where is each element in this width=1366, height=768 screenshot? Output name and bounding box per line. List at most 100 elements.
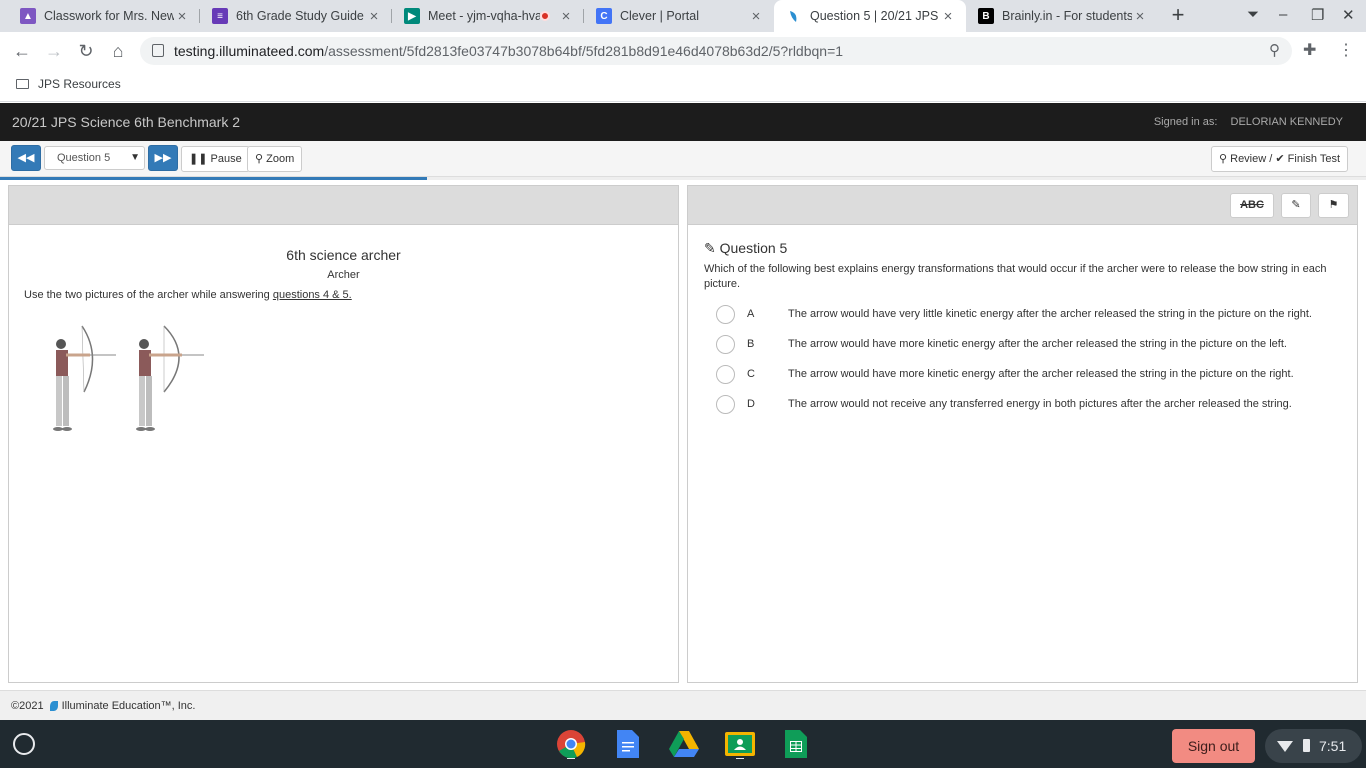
option-letter: D (747, 398, 755, 410)
previous-question-button[interactable]: ◀◀ (11, 145, 41, 171)
browser-tab-study-guide[interactable]: ≡ 6th Grade Study Guide × (200, 0, 392, 32)
zoom-icon[interactable]: ⚲ (1269, 41, 1280, 59)
google-docs-icon[interactable] (612, 729, 644, 759)
bookmark-label: JPS Resources (38, 77, 121, 91)
passage-instruction: Use the two pictures of the archer while… (24, 289, 352, 301)
answer-option-a[interactable]: A The arrow would have very little kinet… (716, 304, 1312, 324)
flag-button[interactable]: ⚑ (1318, 193, 1349, 218)
close-icon[interactable]: × (558, 8, 574, 25)
radio-button[interactable] (716, 304, 735, 324)
option-letter: C (747, 368, 755, 380)
answer-option-d[interactable]: D The arrow would not receive any transf… (716, 394, 1292, 414)
pause-button[interactable]: ❚❚ Pause (181, 146, 250, 172)
flag-icon: ⚑ (1328, 199, 1339, 211)
reload-icon[interactable]: ↻ (75, 40, 97, 62)
question-text: Which of the following best explains ene… (704, 263, 1327, 290)
forms-favicon-icon: ≡ (212, 8, 228, 24)
progress-fill (0, 177, 427, 180)
close-icon[interactable]: × (174, 8, 190, 25)
answer-eliminator-button[interactable]: ABC (1230, 193, 1274, 218)
url-text[interactable]: testing.illuminateed.com/assessment/5fd2… (174, 43, 843, 59)
signed-in-label: Signed in as: (1153, 116, 1218, 128)
tab-title: Meet - yjm-vqha-hva (428, 9, 540, 23)
answer-option-c[interactable]: C The arrow would have more kinetic ener… (716, 364, 1294, 384)
radio-button[interactable] (716, 394, 735, 414)
minimize-icon[interactable]: – (1279, 6, 1287, 23)
clock: 7:51 (1319, 738, 1347, 754)
next-question-button[interactable]: ▶▶ (148, 145, 178, 171)
close-icon[interactable]: × (748, 8, 764, 25)
question-select[interactable]: Question 5 ▼ (44, 146, 145, 170)
menu-icon[interactable]: ⋮ (1338, 40, 1354, 60)
browser-tab-clever[interactable]: C Clever | Portal × (584, 0, 774, 32)
tab-title: Brainly.in - For students (1002, 9, 1132, 23)
copyright: ©2021 (11, 700, 44, 712)
question-title: ✎ Question 5 (704, 240, 788, 256)
new-tab-icon[interactable]: + (1168, 4, 1188, 27)
user-name: DELORIAN KENNEDY (1230, 116, 1343, 128)
close-icon[interactable]: × (940, 8, 956, 25)
archer-right-image (136, 325, 204, 431)
illuminate-favicon-icon (786, 8, 802, 24)
classroom-favicon-icon: ▲ (20, 8, 36, 24)
window-close-icon[interactable]: ✕ (1342, 6, 1355, 24)
tab-title: Clever | Portal (620, 9, 699, 23)
home-icon[interactable]: ⌂ (107, 40, 129, 62)
browser-tab-meet[interactable]: ▶ Meet - yjm-vqha-hva × (392, 0, 584, 32)
google-drive-icon[interactable] (668, 729, 700, 759)
chevron-down-icon: ▼ (130, 152, 140, 163)
test-controls: ◀◀ Question 5 ▼ ▶▶ ❚❚ Pause ⚲ Zoom ⚲ Rev… (0, 141, 1366, 177)
illuminate-logo-icon (49, 701, 58, 711)
close-icon[interactable]: × (366, 8, 382, 25)
radio-button[interactable] (716, 364, 735, 384)
edit-icon: ✎ (1291, 199, 1301, 211)
notepad-button[interactable]: ✎ (1281, 193, 1311, 218)
google-classroom-icon[interactable] (724, 729, 756, 759)
browser-toolbar: ← → ↻ ⌂ testing.illuminateed.com/assessm… (0, 32, 1366, 70)
forward-icon[interactable]: → (43, 40, 65, 62)
tab-search-icon[interactable]: ⏷ (1247, 6, 1259, 23)
meet-favicon-icon: ▶ (404, 8, 420, 24)
browser-tab-brainly[interactable]: B Brainly.in - For students × (966, 0, 1158, 32)
google-sheets-icon[interactable] (780, 729, 812, 759)
zoom-button[interactable]: ⚲ Zoom (247, 146, 303, 172)
option-text[interactable]: The arrow would not receive any transfer… (788, 398, 1292, 410)
bookmark-jps-resources[interactable]: JPS Resources (16, 77, 121, 91)
chrome-icon[interactable] (555, 729, 587, 759)
tab-strip: ▲ Classwork for Mrs. New × ≡ 6th Grade S… (0, 0, 1366, 32)
recording-indicator-icon (540, 11, 550, 21)
browser-tab-question[interactable]: Question 5 | 20/21 JPS × (774, 0, 966, 32)
close-icon[interactable]: × (1132, 8, 1148, 25)
passage-title: 6th science archer (286, 247, 401, 263)
address-bar[interactable]: testing.illuminateed.com/assessment/5fd2… (140, 37, 1292, 65)
search-icon: ⚲ (1219, 153, 1228, 165)
clever-favicon-icon: C (596, 8, 612, 24)
brainly-favicon-icon: B (978, 8, 994, 24)
option-text[interactable]: The arrow would have more kinetic energy… (788, 338, 1287, 350)
option-text[interactable]: The arrow would have very little kinetic… (788, 308, 1312, 320)
app-header: 20/21 JPS Science 6th Benchmark 2 Signed… (0, 103, 1366, 141)
bookmarks-bar: JPS Resources (0, 70, 1366, 102)
option-text[interactable]: The arrow would have more kinetic energy… (788, 368, 1294, 380)
check-icon: ✔ (1275, 153, 1285, 165)
pause-icon: ❚❚ (189, 153, 208, 165)
restore-icon[interactable]: ❐ (1311, 6, 1324, 24)
extensions-icon[interactable]: ✚ (1303, 40, 1316, 60)
status-tray[interactable]: 7:51 (1265, 729, 1362, 763)
passage-panel: 6th science archer Archer Use the two pi… (8, 185, 679, 683)
sign-out-button[interactable]: Sign out (1172, 729, 1255, 763)
pencil-icon: ✎ (704, 240, 716, 256)
radio-button[interactable] (716, 334, 735, 354)
launcher-icon[interactable] (13, 733, 35, 755)
option-letter: A (747, 308, 755, 320)
signed-in-info: Signed in as: DELORIAN KENNEDY (1154, 116, 1343, 128)
answer-option-b[interactable]: B The arrow would have more kinetic ener… (716, 334, 1287, 354)
archer-pictures (53, 325, 204, 431)
browser-tab-classwork[interactable]: ▲ Classwork for Mrs. New × (8, 0, 200, 32)
questions-reference: questions 4 & 5. (272, 289, 352, 301)
tab-title: Classwork for Mrs. New (44, 9, 174, 23)
review-finish-button[interactable]: ⚲ Review / ✔ Finish Test (1211, 146, 1349, 172)
company-name: Illuminate Education™, Inc. (61, 700, 196, 712)
site-info-icon[interactable] (152, 44, 164, 57)
back-icon[interactable]: ← (11, 40, 33, 62)
